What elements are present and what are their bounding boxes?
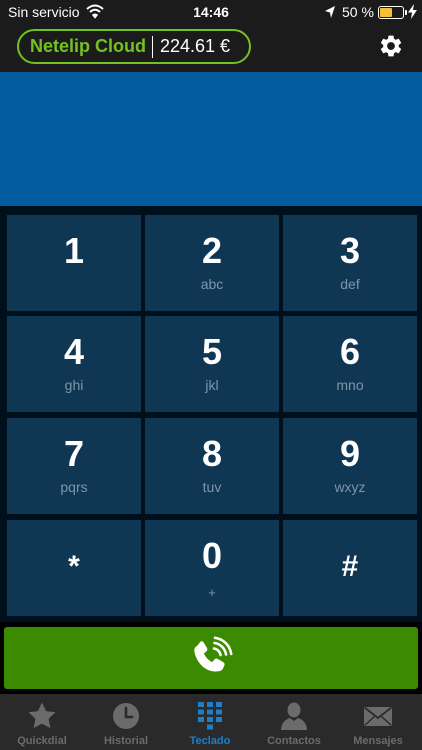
keypad-icon [198, 702, 222, 730]
tab-quickdial[interactable]: Quickdial [0, 694, 84, 750]
account-separator [152, 35, 153, 58]
person-icon [281, 702, 307, 730]
tab-bar: Quickdial Historial Teclado Contactos Me… [0, 694, 422, 750]
key-digit: 3 [339, 230, 361, 271]
number-display[interactable] [0, 72, 422, 206]
key-digit: 1 [63, 230, 85, 271]
envelope-icon [363, 706, 393, 727]
gear-icon[interactable] [378, 33, 404, 59]
key-digit: 0 [201, 535, 223, 576]
key-digit: 8 [201, 433, 223, 474]
tab-historial[interactable]: Historial [84, 694, 168, 750]
account-pill[interactable]: Netelip Cloud 224.61 € [17, 29, 251, 64]
key-letters: tuv [202, 479, 222, 495]
key-star[interactable]: * [7, 520, 141, 616]
key-letters: mno [336, 377, 364, 393]
key-hash[interactable]: # [283, 520, 417, 616]
clock-icon [113, 703, 139, 729]
charging-bolt-icon [408, 4, 417, 19]
tab-label: Quickdial [17, 735, 67, 747]
key-6[interactable]: 6 mno [283, 316, 417, 412]
key-digit: 6 [339, 331, 361, 372]
key-digit: # [341, 550, 359, 583]
key-7[interactable]: 7 pqrs [7, 418, 141, 514]
star-icon [28, 702, 56, 729]
key-8[interactable]: 8 tuv [145, 418, 279, 514]
key-digit: 9 [339, 433, 361, 474]
key-digit: 7 [63, 433, 85, 474]
key-letters: ghi [64, 377, 84, 393]
key-letters: pqrs [60, 479, 88, 495]
tab-mensajes[interactable]: Mensajes [336, 694, 420, 750]
key-letters: def [340, 276, 360, 292]
battery-percent: 50 % [342, 4, 374, 20]
account-name: Netelip Cloud [30, 36, 146, 56]
battery-icon [378, 6, 407, 19]
tab-label: Contactos [267, 735, 321, 747]
phone-call-icon [194, 636, 233, 672]
tab-contactos[interactable]: Contactos [252, 694, 336, 750]
key-0[interactable]: 0 + [145, 520, 279, 616]
location-arrow-icon [325, 6, 335, 18]
tab-label: Teclado [189, 735, 231, 747]
key-2[interactable]: 2 abc [145, 215, 279, 311]
account-balance: 224.61 € [160, 36, 231, 56]
call-button[interactable] [4, 627, 418, 689]
tab-teclado[interactable]: Teclado [168, 694, 252, 750]
key-letters: abc [200, 276, 224, 292]
tab-label: Mensajes [353, 735, 403, 747]
key-letters: + [208, 585, 216, 600]
key-letters: jkl [205, 377, 219, 393]
dial-keypad: 1 2 abc 3 def 4 ghi 5 jkl 6 mno 7 pqrs 8… [0, 206, 422, 622]
key-digit: 5 [201, 331, 223, 372]
key-3[interactable]: 3 def [283, 215, 417, 311]
status-bar: Sin servicio 14:46 50 % [0, 0, 422, 26]
key-letters: wxyz [334, 479, 366, 495]
key-9[interactable]: 9 wxyz [283, 418, 417, 514]
key-5[interactable]: 5 jkl [145, 316, 279, 412]
key-digit: 2 [201, 230, 223, 271]
tab-label: Historial [103, 735, 148, 747]
key-digit: * [68, 550, 80, 583]
app-header: Netelip Cloud 224.61 € [0, 26, 422, 72]
key-digit: 4 [63, 331, 85, 372]
key-4[interactable]: 4 ghi [7, 316, 141, 412]
key-1[interactable]: 1 [7, 215, 141, 311]
battery-fill [380, 8, 392, 17]
